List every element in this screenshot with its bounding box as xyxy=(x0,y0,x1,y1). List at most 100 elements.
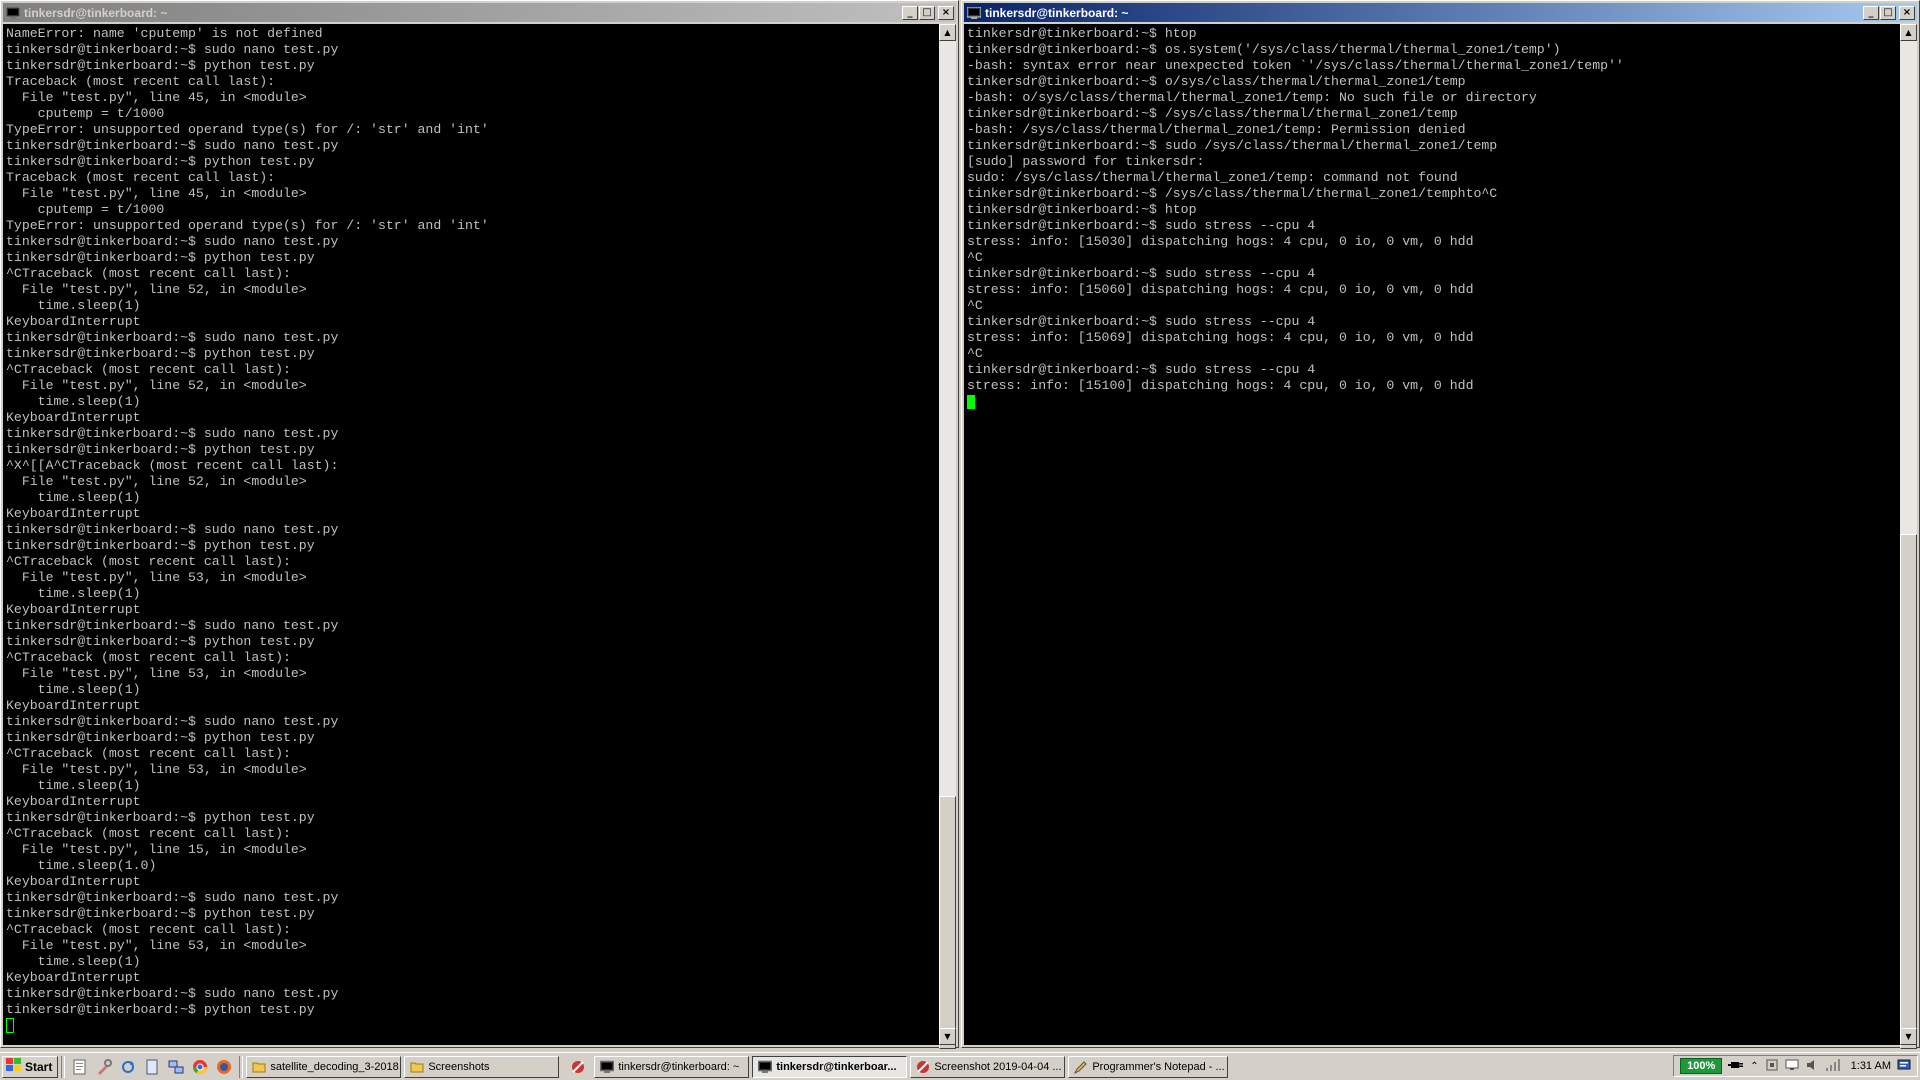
terminal-line: tinkersdr@tinkerboard:~$ /sys/class/ther… xyxy=(967,106,1458,121)
monitor-icon[interactable] xyxy=(1785,1058,1799,1075)
terminal-line: -bash: o/sys/class/thermal/thermal_zone1… xyxy=(967,90,1537,105)
scroll-thumb[interactable] xyxy=(1900,534,1917,1049)
quick-launch xyxy=(68,1058,236,1075)
title-bar[interactable]: tinkersdr@tinkerboard: ~ _ □ × xyxy=(964,3,1917,22)
terminal-line: File "test.py", line 53, in <module> xyxy=(6,570,307,585)
terminal-line: KeyboardInterrupt xyxy=(6,410,141,425)
terminal-line: tinkersdr@tinkerboard:~$ sudo nano test.… xyxy=(6,986,339,1001)
taskbar-button[interactable]: Screenshots xyxy=(404,1055,560,1078)
power-plug-icon[interactable] xyxy=(1728,1059,1744,1074)
firefox-icon[interactable] xyxy=(216,1059,232,1075)
terminal-line: KeyboardInterrupt xyxy=(6,314,141,329)
terminal-line: tinkersdr@tinkerboard:~$ python test.py xyxy=(6,1002,315,1017)
taskbar-button-label: tinkersdr@tinkerboar... xyxy=(776,1060,897,1073)
terminal-line: tinkersdr@tinkerboard:~$ sudo nano test.… xyxy=(6,138,339,153)
terminal-cursor xyxy=(967,394,975,409)
terminal-line: tinkersdr@tinkerboard:~$ python test.py xyxy=(6,810,315,825)
terminal-window-left[interactable]: tinkersdr@tinkerboard: ~ _ □ × NameError… xyxy=(0,0,959,1049)
close-button[interactable]: × xyxy=(938,5,954,20)
terminal-line: time.sleep(1) xyxy=(6,778,141,793)
vertical-scrollbar[interactable]: ▲ ▼ xyxy=(1900,24,1917,1049)
terminal-line: NameError: name 'cputemp' is not defined xyxy=(6,26,323,41)
scroll-thumb[interactable] xyxy=(939,796,956,1049)
putty-icon xyxy=(6,6,20,20)
paint-icon[interactable] xyxy=(570,1059,586,1075)
notifications-icon[interactable] xyxy=(1897,1058,1911,1075)
taskbar-button[interactable]: Programmer's Notepad - ... xyxy=(1068,1055,1229,1078)
terminal-line: time.sleep(1) xyxy=(6,394,141,409)
notepad-icon[interactable] xyxy=(72,1059,88,1075)
title-bar[interactable]: tinkersdr@tinkerboard: ~ _ □ × xyxy=(3,3,956,22)
show-hidden-icons-icon[interactable]: ⌃ xyxy=(1750,1061,1758,1072)
battery-indicator[interactable]: 100% xyxy=(1680,1058,1723,1074)
terminal-line: tinkersdr@tinkerboard:~$ sudo stress --c… xyxy=(967,314,1316,329)
terminal-line: Traceback (most recent call last): xyxy=(6,170,276,185)
usb-icon[interactable] xyxy=(1765,1058,1779,1075)
terminal-line: time.sleep(1.0) xyxy=(6,858,157,873)
terminal-line: tinkersdr@tinkerboard:~$ sudo nano test.… xyxy=(6,42,339,57)
clock[interactable]: 1:31 AM xyxy=(1851,1060,1891,1072)
terminal-line: ^C xyxy=(967,298,983,313)
terminal-line: ^C xyxy=(967,250,983,265)
scroll-up-icon[interactable]: ▲ xyxy=(939,24,956,41)
terminal-line: Traceback (most recent call last): xyxy=(6,74,276,89)
scroll-up-icon[interactable]: ▲ xyxy=(1900,24,1917,41)
terminal-line: -bash: syntax error near unexpected toke… xyxy=(967,58,1624,73)
minimize-button[interactable]: _ xyxy=(1863,5,1879,20)
terminal-line: ^X^[[A^CTraceback (most recent call last… xyxy=(6,458,339,473)
terminal-line: tinkersdr@tinkerboard:~$ sudo nano test.… xyxy=(6,234,339,249)
terminal-line: [sudo] password for tinkersdr: xyxy=(967,154,1205,169)
terminal-line: File "test.py", line 52, in <module> xyxy=(6,474,307,489)
tools-icon[interactable] xyxy=(96,1058,113,1075)
scroll-down-icon[interactable]: ▼ xyxy=(939,1028,956,1045)
network-icon[interactable] xyxy=(168,1059,184,1075)
terminal-line: ^CTraceback (most recent call last): xyxy=(6,362,291,377)
maximize-button[interactable]: □ xyxy=(919,5,935,20)
window-title: tinkersdr@tinkerboard: ~ xyxy=(24,5,168,20)
terminal-line: tinkersdr@tinkerboard:~$ python test.py xyxy=(6,154,315,169)
terminal-line: tinkersdr@tinkerboard:~$ sudo stress --c… xyxy=(967,218,1316,233)
terminal-line: cputemp = t/1000 xyxy=(6,106,165,121)
terminal-line: File "test.py", line 53, in <module> xyxy=(6,762,307,777)
terminal-line: File "test.py", line 53, in <module> xyxy=(6,666,307,681)
taskbar-button-label: tinkersdr@tinkerboard: ~ xyxy=(618,1060,740,1073)
minimize-button[interactable]: _ xyxy=(902,5,918,20)
terminal-output[interactable]: NameError: name 'cputemp' is not defined… xyxy=(3,24,939,1045)
terminal-line: time.sleep(1) xyxy=(6,682,141,697)
terminal-line: ^CTraceback (most recent call last): xyxy=(6,826,291,841)
taskbar-button[interactable]: satellite_decoding_3-2018 xyxy=(246,1055,402,1078)
terminal-line: KeyboardInterrupt xyxy=(6,970,141,985)
start-label: Start xyxy=(25,1059,53,1074)
terminal-output[interactable]: tinkersdr@tinkerboard:~$ htop tinkersdr@… xyxy=(964,24,1900,1045)
putty-icon xyxy=(967,6,981,20)
terminal-line: tinkersdr@tinkerboard:~$ sudo nano test.… xyxy=(6,618,339,633)
windows-logo-icon xyxy=(6,1058,22,1075)
terminal-line: KeyboardInterrupt xyxy=(6,874,141,889)
document-icon[interactable] xyxy=(144,1059,160,1075)
terminal-line: tinkersdr@tinkerboard:~$ sudo /sys/class… xyxy=(967,138,1498,153)
terminal-text: tinkersdr@tinkerboard:~$ htop tinkersdr@… xyxy=(964,24,1900,412)
terminal-line: ^CTraceback (most recent call last): xyxy=(6,922,291,937)
volume-icon[interactable] xyxy=(1805,1058,1819,1075)
terminal-icon xyxy=(600,1060,615,1074)
refresh-icon[interactable] xyxy=(120,1059,136,1075)
taskbar-button[interactable]: tinkersdr@tinkerboard: ~ xyxy=(594,1055,750,1078)
terminal-line: File "test.py", line 53, in <module> xyxy=(6,938,307,953)
terminal-line: File "test.py", line 52, in <module> xyxy=(6,378,307,393)
terminal-line: TypeError: unsupported operand type(s) f… xyxy=(6,122,489,137)
start-button[interactable]: Start xyxy=(2,1055,59,1078)
terminal-line: tinkersdr@tinkerboard:~$ python test.py xyxy=(6,538,315,553)
maximize-button[interactable]: □ xyxy=(1880,5,1896,20)
scroll-down-icon[interactable]: ▼ xyxy=(1900,1028,1917,1045)
close-button[interactable]: × xyxy=(1899,5,1915,20)
chrome-icon[interactable] xyxy=(192,1059,208,1075)
terminal-window-right[interactable]: tinkersdr@tinkerboard: ~ _ □ × tinkersdr… xyxy=(961,0,1920,1049)
vertical-scrollbar[interactable]: ▲ ▼ xyxy=(939,24,956,1049)
terminal-line: stress: info: [15100] dispatching hogs: … xyxy=(967,378,1474,393)
taskbar-button[interactable]: Screenshot 2019-04-04 ... xyxy=(910,1055,1066,1078)
signal-icon[interactable] xyxy=(1825,1058,1841,1075)
taskbar-button[interactable]: tinkersdr@tinkerboar... xyxy=(752,1055,908,1078)
terminal-line: File "test.py", line 52, in <module> xyxy=(6,282,307,297)
terminal-line: time.sleep(1) xyxy=(6,586,141,601)
terminal-line: tinkersdr@tinkerboard:~$ sudo nano test.… xyxy=(6,522,339,537)
